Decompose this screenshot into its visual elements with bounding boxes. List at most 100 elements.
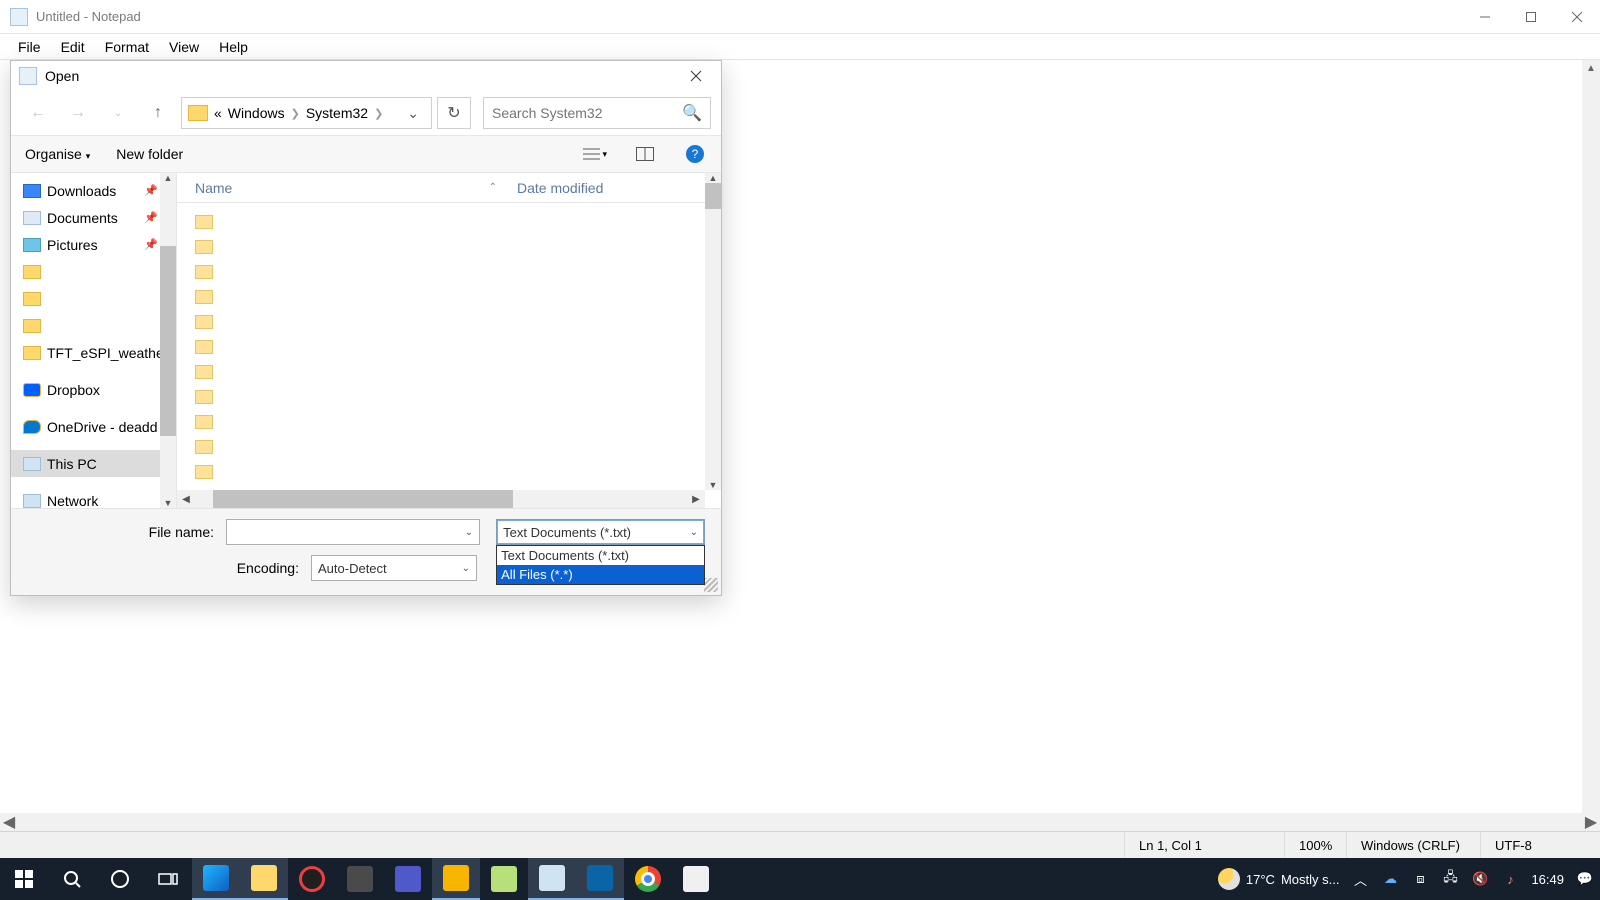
dialog-close-button[interactable] (679, 62, 713, 90)
scroll-down-icon[interactable]: ▼ (164, 498, 173, 508)
start-button[interactable] (0, 858, 48, 900)
tray-clock[interactable]: 16:49 (1531, 872, 1564, 887)
chevron-down-icon[interactable]: ⌄ (690, 527, 698, 538)
view-options-button[interactable]: ▾ (583, 142, 607, 166)
scroll-up-icon[interactable]: ▲ (164, 173, 173, 183)
file-row[interactable] (177, 284, 721, 309)
filetype-option[interactable]: Text Documents (*.txt) (497, 546, 704, 565)
taskbar-app-4[interactable] (336, 858, 384, 900)
new-folder-button[interactable]: New folder (116, 146, 183, 162)
taskbar-app-5[interactable] (384, 858, 432, 900)
close-button[interactable] (1554, 0, 1600, 34)
file-row[interactable] (177, 359, 721, 384)
nav-item[interactable]: Downloads📌 (11, 177, 176, 204)
nav-item[interactable] (11, 258, 176, 285)
menu-help[interactable]: Help (209, 37, 258, 57)
cortana-button[interactable] (96, 858, 144, 900)
tray-network-icon[interactable]: 🖧 (1441, 870, 1459, 888)
scroll-down-icon[interactable]: ▼ (709, 480, 718, 490)
scrollbar-thumb[interactable] (213, 490, 513, 508)
scrollbar-thumb[interactable] (160, 246, 176, 436)
breadcrumb-seg1[interactable]: Windows (228, 105, 285, 121)
tray-onedrive-icon[interactable]: ☁ (1381, 870, 1399, 888)
filetype-combo[interactable]: Text Documents (*.txt) ⌄ Text Documents … (496, 519, 705, 545)
nav-item[interactable]: Pictures📌 (11, 231, 176, 258)
column-date-modified[interactable]: Date modified (507, 180, 721, 196)
nav-back-button[interactable]: ← (21, 97, 55, 129)
search-input[interactable] (492, 105, 682, 121)
nav-item[interactable]: Dropbox (11, 376, 176, 403)
tray-chevron-up-icon[interactable]: ︿ (1351, 870, 1369, 888)
nav-forward-button[interactable]: → (61, 97, 95, 129)
taskbar-app-6[interactable] (432, 858, 480, 900)
nav-up-button[interactable]: ↑ (141, 97, 175, 129)
file-row[interactable] (177, 334, 721, 359)
taskbar-app-3[interactable] (288, 858, 336, 900)
filelist-horizontal-scrollbar[interactable]: ◀ ▶ (177, 490, 705, 508)
nav-item[interactable]: TFT_eSPI_weathe (11, 339, 176, 366)
chevron-down-icon[interactable]: ⌄ (462, 563, 470, 574)
resize-grip[interactable] (704, 578, 718, 592)
search-icon[interactable]: 🔍 (682, 103, 702, 123)
filelist-vertical-scrollbar[interactable]: ▲ ▼ (705, 173, 721, 490)
breadcrumb-history-chevron-icon[interactable]: ⌄ (401, 105, 425, 122)
taskbar-chrome[interactable] (624, 858, 672, 900)
nav-recent-chevron-icon[interactable]: ⌄ (101, 97, 135, 129)
minimize-button[interactable] (1462, 0, 1508, 34)
scroll-right-icon[interactable]: ▶ (1582, 812, 1600, 832)
filename-combo[interactable]: ⌄ (226, 519, 480, 545)
task-view-button[interactable] (144, 858, 192, 900)
taskbar-explorer[interactable] (240, 858, 288, 900)
encoding-combo[interactable]: Auto-Detect ⌄ (311, 555, 477, 581)
taskbar-paint[interactable] (672, 858, 720, 900)
nav-item[interactable]: OneDrive - deadd (11, 413, 176, 440)
preview-pane-button[interactable] (633, 142, 657, 166)
tray-dropbox-icon[interactable]: ⧈ (1411, 870, 1429, 888)
scrollbar-thumb[interactable] (705, 183, 721, 209)
taskbar-notepadpp[interactable] (480, 858, 528, 900)
tray-app-icon[interactable]: ♪ (1501, 870, 1519, 888)
filetype-option[interactable]: All Files (*.*) (497, 565, 704, 584)
editor-horizontal-scrollbar[interactable]: ◀ ▶ (0, 813, 1600, 831)
nav-item[interactable]: Documents📌 (11, 204, 176, 231)
help-button[interactable]: ? (683, 142, 707, 166)
file-row[interactable] (177, 384, 721, 409)
nav-item[interactable]: This PC (11, 450, 176, 477)
menu-file[interactable]: File (8, 37, 51, 57)
maximize-button[interactable] (1508, 0, 1554, 34)
search-button[interactable] (48, 858, 96, 900)
chevron-down-icon[interactable]: ⌄ (465, 527, 473, 538)
file-row[interactable] (177, 459, 721, 484)
taskbar-outlook[interactable] (576, 858, 624, 900)
nav-item[interactable] (11, 312, 176, 339)
tray-notifications-icon[interactable]: 💬 (1576, 870, 1594, 888)
file-row[interactable] (177, 409, 721, 434)
file-row[interactable] (177, 234, 721, 259)
file-row[interactable] (177, 309, 721, 334)
taskbar-notepad[interactable] (528, 858, 576, 900)
search-box[interactable]: 🔍 (483, 97, 711, 129)
nav-item[interactable] (11, 285, 176, 312)
navpane-scrollbar[interactable]: ▲ ▼ (160, 173, 176, 508)
column-name[interactable]: Name ⌃ (177, 180, 507, 196)
organise-button[interactable]: Organise ▾ (25, 146, 90, 162)
scroll-up-icon[interactable]: ▲ (1582, 60, 1600, 78)
breadcrumb[interactable]: « Windows ❯ System32 ❯ ⌄ (181, 97, 432, 129)
refresh-button[interactable]: ↻ (437, 97, 471, 129)
breadcrumb-seg2[interactable]: System32 (306, 105, 368, 121)
tray-weather[interactable]: 17°C Mostly s... (1218, 868, 1340, 890)
file-row[interactable] (177, 209, 721, 234)
menu-view[interactable]: View (159, 37, 209, 57)
scroll-left-icon[interactable]: ◀ (177, 494, 195, 505)
file-row[interactable] (177, 259, 721, 284)
file-row[interactable] (177, 434, 721, 459)
scroll-left-icon[interactable]: ◀ (0, 812, 18, 832)
tray-volume-icon[interactable]: 🔇 (1471, 870, 1489, 888)
scroll-up-icon[interactable]: ▲ (709, 173, 718, 183)
taskbar-edge[interactable] (192, 858, 240, 900)
menu-format[interactable]: Format (95, 37, 159, 57)
menu-edit[interactable]: Edit (51, 37, 95, 57)
editor-vertical-scrollbar[interactable]: ▲ ▼ (1582, 60, 1600, 831)
nav-item[interactable]: Network (11, 487, 176, 508)
scroll-right-icon[interactable]: ▶ (687, 494, 705, 505)
